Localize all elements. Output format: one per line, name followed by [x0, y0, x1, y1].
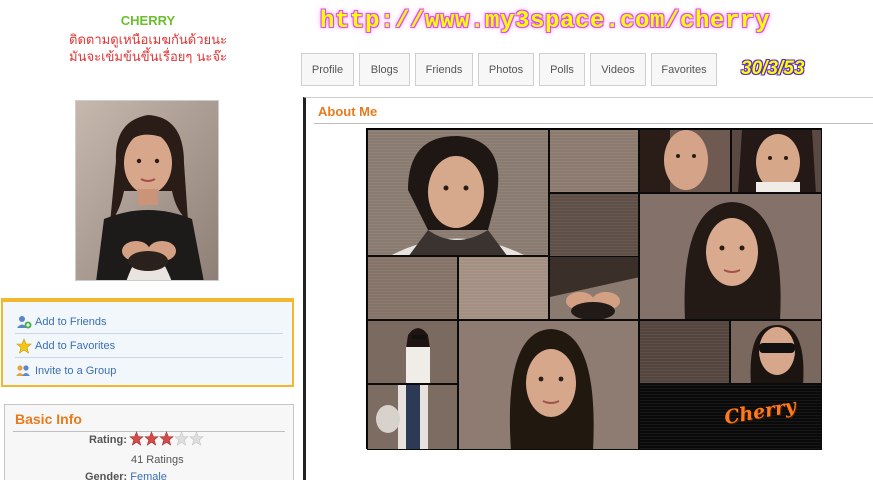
- ratings-count: 41 Ratings: [131, 454, 184, 466]
- collage-photo-sunglasses: [730, 320, 822, 384]
- collage-tile-plain-2: [549, 193, 639, 257]
- tab-friends[interactable]: Friends: [415, 53, 473, 86]
- add-to-favorites-label: Add to Favorites: [35, 339, 116, 352]
- basic-info-panel: Basic Info Rating: 41 Ratings Gender: Fe…: [4, 404, 294, 480]
- basic-info-title: Basic Info: [15, 411, 82, 427]
- rating-label: Rating:: [89, 434, 127, 446]
- tab-favorites[interactable]: Favorites: [651, 53, 717, 86]
- profile-page: CHERRY ติดตามดูเหนือเมฆกันด้วยนะ มันจะเข…: [0, 0, 873, 480]
- gender-value[interactable]: Female: [130, 471, 167, 480]
- collage-photo-closeup-2: [731, 129, 822, 193]
- tab-photos[interactable]: Photos: [478, 53, 534, 86]
- rating-star-filled-icon[interactable]: [144, 431, 159, 446]
- profile-message-line1: ติดตามดูเหนือเมฆกันด้วยนะ: [69, 33, 227, 48]
- collage-tile-plain-1: [549, 129, 639, 193]
- add-to-favorites-link[interactable]: Add to Favorites: [15, 334, 283, 358]
- group-icon: [15, 363, 32, 379]
- tab-profile[interactable]: Profile: [301, 53, 354, 86]
- rating-star-filled-icon[interactable]: [129, 431, 144, 446]
- about-me-divider: [314, 123, 873, 124]
- profile-photo[interactable]: [75, 100, 219, 281]
- collage-photo-closeup-1: [639, 129, 731, 193]
- collage-photo-full-1: [367, 320, 458, 384]
- about-me-title: About Me: [318, 104, 378, 119]
- add-to-friends-link[interactable]: Add to Friends: [15, 310, 283, 334]
- tab-polls[interactable]: Polls: [539, 53, 585, 86]
- collage-photo-portrait-3: [458, 320, 639, 450]
- collage-photo-portrait-2: [639, 193, 822, 320]
- collage-photo-portrait-1: [367, 129, 549, 256]
- collage-tile-plain-4: [458, 256, 549, 320]
- add-friend-icon: [15, 314, 32, 330]
- tab-videos[interactable]: Videos: [590, 53, 646, 86]
- tab-blogs[interactable]: Blogs: [359, 53, 410, 86]
- rating-star-empty-icon[interactable]: [189, 431, 204, 446]
- collage-tile-plain-3: [367, 256, 458, 320]
- banner-date: 30/3/53: [741, 58, 805, 79]
- add-to-friends-label: Add to Friends: [35, 315, 107, 328]
- collage-tile-plain-5: [639, 320, 730, 384]
- left-column: CHERRY ติดตามดูเหนือเมฆกันด้วยนะ มันจะเข…: [0, 0, 300, 480]
- invite-to-group-link[interactable]: Invite to a Group: [15, 359, 283, 383]
- rating-star-empty-icon[interactable]: [174, 431, 189, 446]
- profile-message-line2: มันจะเข้มข้นขึ้นเรื่อยๆ นะจ๊ะ: [69, 50, 227, 65]
- gender-row: Gender: Female: [85, 471, 167, 480]
- profile-photo-image: [76, 101, 218, 280]
- collage-photo-full-2: [367, 384, 458, 450]
- gender-label: Gender:: [85, 471, 128, 480]
- photo-collage[interactable]: Cherry: [366, 128, 822, 450]
- rating-stars[interactable]: [129, 431, 204, 446]
- profile-tabs: Profile Blogs Friends Photos Polls Video…: [301, 53, 722, 86]
- profile-url-banner: http://www.my3space.com/cherry: [320, 8, 771, 35]
- invite-to-group-label: Invite to a Group: [35, 365, 117, 377]
- star-icon: [15, 337, 32, 354]
- profile-message: ติดตามดูเหนือเมฆกันด้วยนะ มันจะเข้มข้นขึ…: [0, 32, 296, 66]
- profile-name: CHERRY: [120, 13, 176, 28]
- collage-photo-hands: [549, 256, 639, 320]
- rating-star-filled-icon[interactable]: [159, 431, 174, 446]
- collage-signature: Cherry: [722, 394, 798, 430]
- collage-signature-tile: Cherry: [639, 384, 822, 450]
- profile-actions-panel: Add to Friends Add to Favorites Invite t…: [1, 298, 294, 387]
